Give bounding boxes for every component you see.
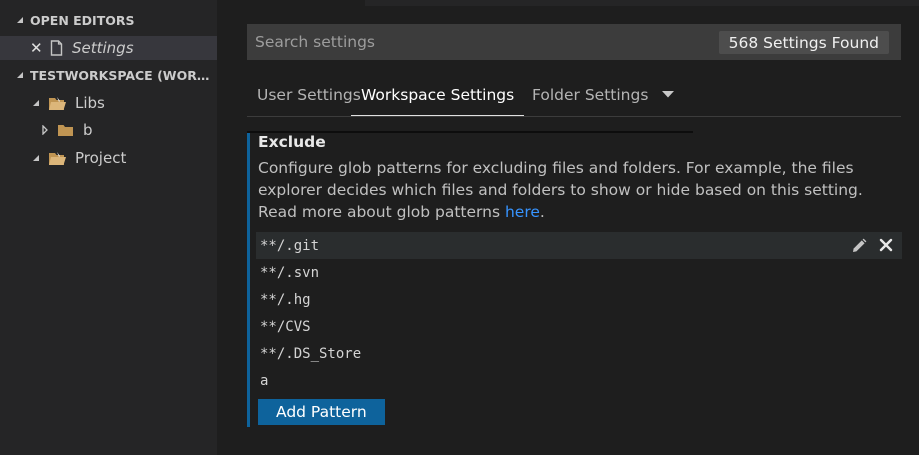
setting-title: Exclude xyxy=(258,133,326,151)
tree-item-b[interactable]: b xyxy=(0,118,217,142)
editor-tab-settings[interactable] xyxy=(217,0,365,6)
tree-item-libs[interactable]: Libs xyxy=(0,91,217,115)
pattern-row[interactable]: **/.git xyxy=(256,232,902,259)
results-count-badge: 568 Settings Found xyxy=(718,31,889,54)
tree-item-project[interactable]: Project xyxy=(0,146,217,170)
chevron-down-icon xyxy=(16,71,24,79)
open-editor-item-settings[interactable]: ✕ Settings xyxy=(0,36,217,60)
folder-open-icon xyxy=(48,151,66,166)
open-editors-header[interactable]: OPEN EDITORS xyxy=(0,9,217,31)
tree-item-label: Libs xyxy=(75,94,105,112)
folder-open-icon xyxy=(48,96,66,111)
settings-editor: 568 Settings Found User Settings Workspa… xyxy=(217,0,919,455)
close-icon[interactable]: ✕ xyxy=(30,39,44,57)
pattern-text: **/.svn xyxy=(260,264,320,281)
pattern-text: **/CVS xyxy=(260,318,311,335)
close-icon[interactable] xyxy=(878,237,894,253)
chevron-right-icon[interactable] xyxy=(41,125,49,135)
search-box[interactable]: 568 Settings Found xyxy=(247,24,901,60)
pattern-text: a xyxy=(260,372,269,389)
pattern-text: **/.git xyxy=(260,237,320,254)
tab-folder-label: Folder Settings xyxy=(532,85,649,104)
pattern-row[interactable]: **/.DS_Store xyxy=(256,340,902,367)
pencil-icon[interactable] xyxy=(850,237,868,255)
tab-workspace-settings[interactable]: Workspace Settings xyxy=(351,74,525,116)
chevron-down-icon[interactable] xyxy=(32,99,40,107)
file-icon xyxy=(50,40,63,56)
add-pattern-button[interactable]: Add Pattern xyxy=(258,399,385,425)
description-text: Configure glob patterns for excluding fi… xyxy=(258,159,863,221)
folder-icon xyxy=(57,123,74,137)
pattern-row[interactable]: **/CVS xyxy=(256,313,902,340)
open-editors-title: OPEN EDITORS xyxy=(30,12,135,28)
settings-scope-tabs: User Settings Workspace Settings Folder … xyxy=(247,74,901,117)
dropdown-arrow-icon[interactable] xyxy=(662,91,675,98)
pattern-text: **/.DS_Store xyxy=(260,345,362,362)
tree-item-label: Project xyxy=(75,149,127,167)
focus-indicator xyxy=(247,133,250,427)
open-editor-label: Settings xyxy=(72,39,134,57)
here-link[interactable]: here xyxy=(505,203,540,221)
chevron-down-icon[interactable] xyxy=(32,154,40,162)
chevron-down-icon xyxy=(16,16,24,24)
tab-user-settings[interactable]: User Settings xyxy=(257,74,361,115)
pattern-row[interactable]: a xyxy=(256,367,902,394)
setting-item-exclude: Exclude Configure glob patterns for excl… xyxy=(247,133,902,427)
explorer-sidebar: OPEN EDITORS ✕ Settings TESTWORKSPACE (W… xyxy=(0,0,217,455)
workspace-title: TESTWORKSPACE (WORKS... xyxy=(30,67,217,83)
description-suffix: . xyxy=(539,203,545,221)
editor-tab-bar xyxy=(217,0,919,6)
setting-description: Configure glob patterns for excluding fi… xyxy=(258,157,888,223)
tab-folder-settings[interactable]: Folder Settings xyxy=(532,74,675,115)
search-input[interactable] xyxy=(255,33,715,51)
pattern-text: **/.hg xyxy=(260,291,311,308)
tree-item-label: b xyxy=(83,121,93,139)
pattern-row[interactable]: **/.hg xyxy=(256,286,902,313)
pattern-row[interactable]: **/.svn xyxy=(256,259,902,286)
workspace-header[interactable]: TESTWORKSPACE (WORKS... xyxy=(0,64,217,86)
